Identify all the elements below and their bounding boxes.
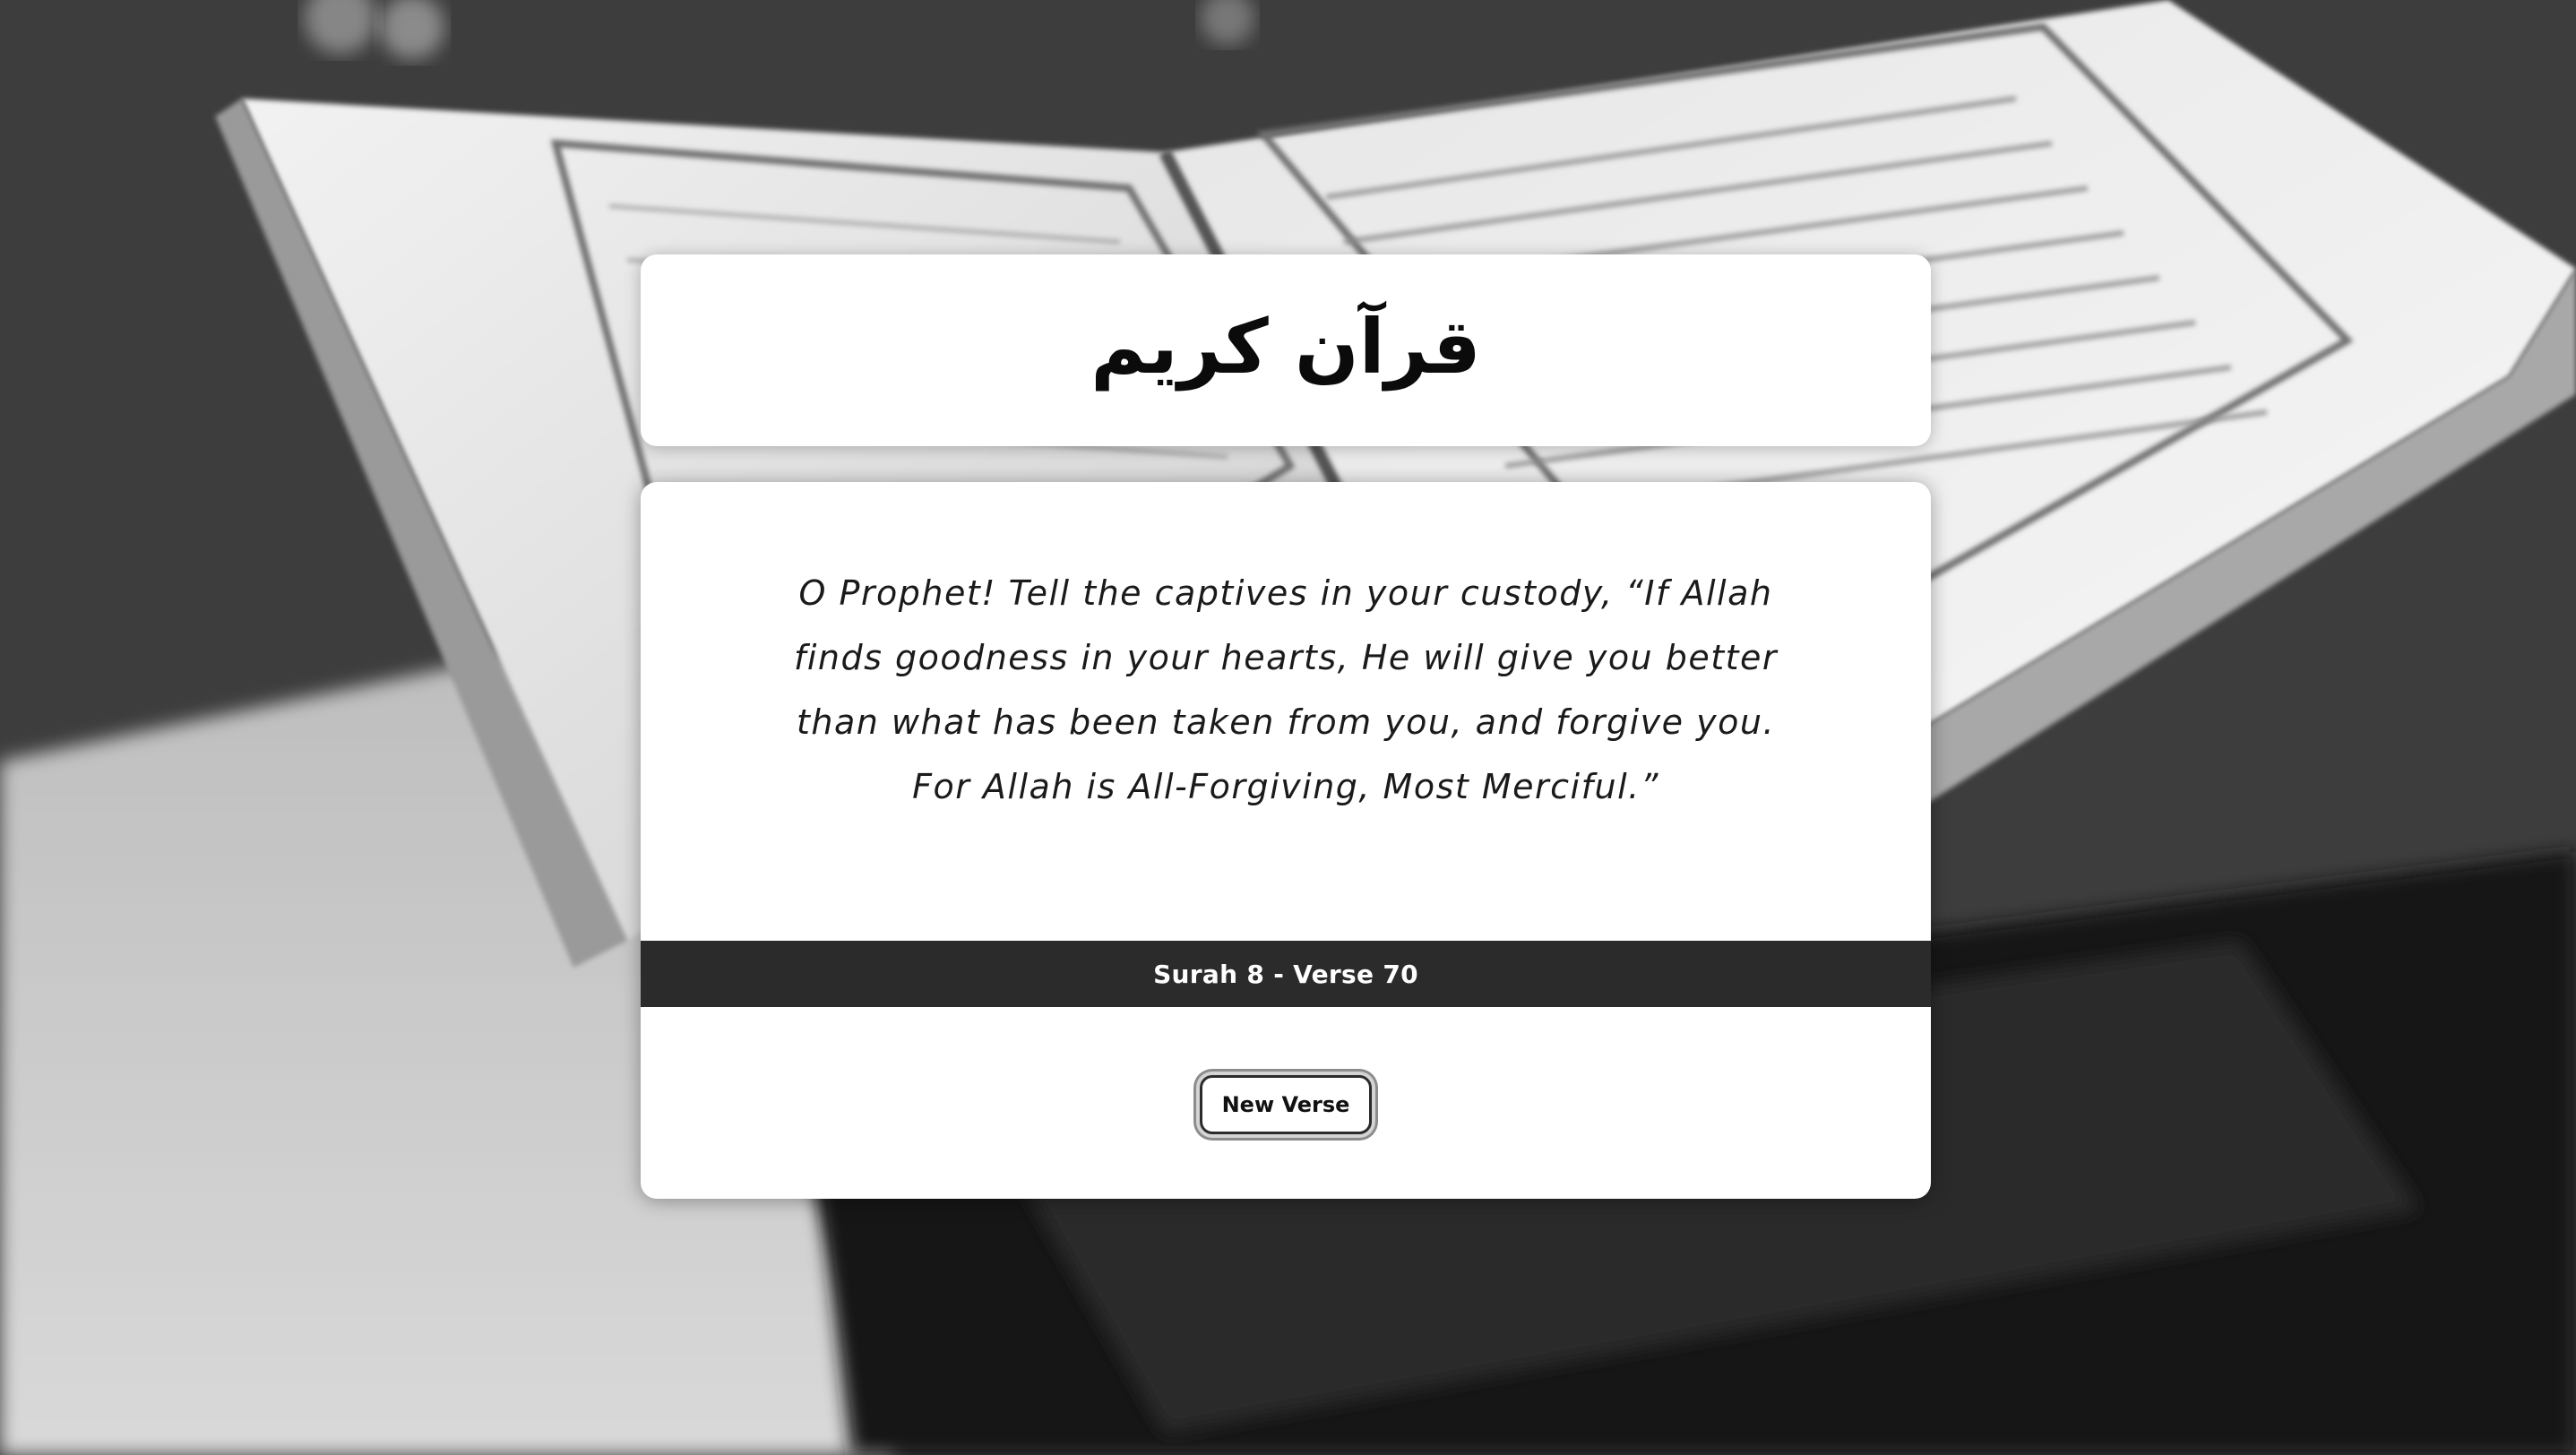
verse-reference: Surah 8 - Verse 70 (1153, 959, 1418, 989)
title-card: قرآن كريم (641, 254, 1931, 446)
verse-card: O Prophet! Tell the captives in your cus… (641, 482, 1931, 1199)
verse-text: O Prophet! Tell the captives in your cus… (793, 573, 1779, 806)
verse-reference-bar: Surah 8 - Verse 70 (641, 941, 1931, 1007)
new-verse-button[interactable]: New Verse (1200, 1075, 1372, 1134)
page-title: قرآن كريم (1090, 303, 1481, 391)
